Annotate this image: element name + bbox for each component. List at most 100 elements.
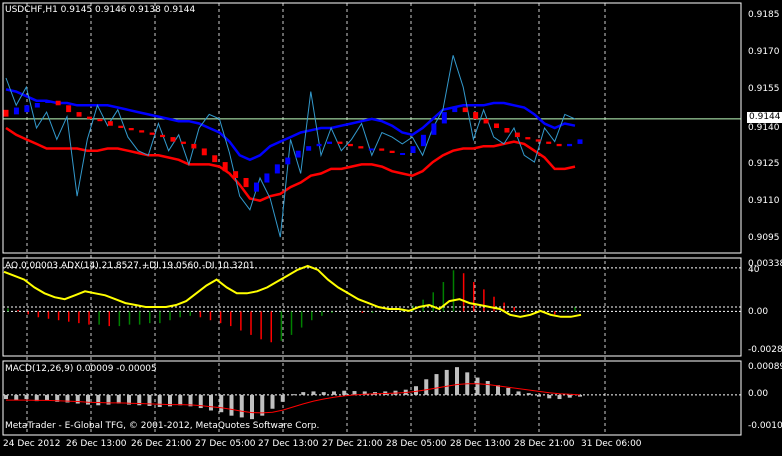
macd-axis-label: 0.00089: [748, 362, 782, 372]
candle: [13, 107, 19, 115]
candle: [76, 112, 82, 117]
macd-hist-bar: [496, 385, 500, 395]
candle: [45, 100, 51, 103]
macd-hist-bar: [4, 394, 8, 400]
macd-hist-bar: [270, 394, 275, 409]
candle: [253, 182, 259, 192]
macd-hist-bar: [239, 394, 244, 418]
candle: [358, 146, 364, 149]
time-axis-label: 27 Dec 13:00: [258, 439, 319, 449]
candle: [34, 103, 40, 108]
time-axis-label: 28 Dec 05:00: [386, 439, 447, 449]
footer-copyright: MetaTrader - E-Global TFG, © 2001-2012, …: [5, 421, 320, 431]
candle: [494, 123, 500, 128]
macd-hist-bar: [526, 393, 531, 395]
time-axis-label: 26 Dec 13:00: [66, 439, 127, 449]
macd-hist-bar: [301, 392, 306, 395]
candle: [441, 112, 447, 124]
macd-hist-bar: [209, 394, 213, 411]
candle: [473, 112, 479, 119]
candle: [525, 137, 531, 140]
candle: [347, 143, 353, 147]
macd-hist-bar: [547, 394, 552, 399]
macd-hist-bar: [280, 394, 285, 402]
candle: [306, 146, 312, 151]
candle: [504, 128, 510, 133]
macd-hist-bar: [291, 394, 295, 396]
ao-adx-header: AO 0.00003 ADX(14) 21.8527 +DI 19.0560 -…: [5, 261, 255, 271]
macd-hist-bar: [567, 394, 572, 398]
macd-hist-bar: [178, 394, 183, 406]
candle: [431, 123, 437, 135]
candle: [3, 109, 9, 117]
macd-axis-label: -0.00106: [748, 421, 782, 431]
macd-hist-bar: [455, 367, 459, 395]
time-axis-label: 31 Dec 06:00: [581, 439, 642, 449]
candle: [420, 134, 426, 147]
candle: [379, 148, 385, 151]
candle: [295, 150, 301, 158]
candle: [191, 143, 197, 149]
macd-hist-bar: [250, 394, 254, 420]
candle: [139, 130, 145, 133]
candle: [389, 150, 395, 153]
macd-hist-bar: [229, 394, 234, 416]
candle: [233, 171, 239, 178]
chart-canvas[interactable]: [0, 0, 782, 452]
candle: [66, 105, 72, 113]
candle: [368, 148, 374, 151]
candle: [410, 146, 416, 153]
macd-hist-bar: [516, 391, 521, 395]
price-axis-label: 0.9170: [748, 47, 780, 57]
macd-hist-bar: [116, 394, 121, 404]
candle: [180, 141, 186, 144]
price-axis-label: 0.9185: [748, 10, 780, 20]
candle: [567, 143, 573, 147]
ao-axis-label: 40: [748, 265, 760, 275]
candle: [535, 139, 541, 142]
macd-hist-bar: [557, 394, 562, 400]
candle: [483, 118, 489, 124]
candle: [160, 134, 166, 138]
candle: [212, 155, 218, 163]
macd-hist-bar: [434, 374, 439, 395]
macd-hist-bar: [96, 394, 101, 406]
macd-hist-bar: [75, 394, 80, 404]
candle: [316, 143, 322, 147]
macd-hist-bar: [506, 387, 511, 395]
candle: [274, 164, 280, 174]
macd-hist-bar: [321, 392, 326, 395]
macd-hist-bar: [537, 394, 541, 397]
candle: [556, 143, 562, 147]
time-axis-label: 27 Dec 21:00: [322, 439, 383, 449]
macd-hist-bar: [86, 394, 90, 405]
macd-hist-bar: [444, 369, 449, 395]
price-axis-label: 0.9110: [748, 196, 780, 206]
candle: [577, 139, 583, 144]
macd-hist-bar: [475, 377, 480, 395]
price-axis-label: 0.9155: [748, 84, 780, 94]
time-axis-label: 28 Dec 13:00: [450, 439, 511, 449]
candle: [222, 162, 228, 172]
candle: [400, 153, 406, 155]
candle: [462, 107, 468, 113]
macd-hist-bar: [342, 390, 347, 395]
current-price-tag: 0.9144: [747, 112, 782, 123]
price-axis-label: 0.9095: [748, 233, 780, 243]
candle: [243, 178, 249, 188]
candle: [128, 128, 134, 131]
macd-hist-bar: [485, 381, 490, 395]
candle: [546, 141, 552, 144]
macd-hist-bar: [219, 394, 224, 413]
macd-hist-bar: [45, 394, 49, 401]
time-axis-label: 26 Dec 21:00: [131, 439, 192, 449]
symbol-header: USDCHF,H1 0.9145 0.9146 0.9138 0.9144: [5, 5, 196, 15]
time-axis-label: 24 Dec 2012: [3, 439, 61, 449]
macd-hist-bar: [414, 386, 418, 395]
chart-window[interactable]: USDCHF,H1 0.9145 0.9146 0.9138 0.9144 AO…: [0, 0, 782, 452]
macd-axis-label: 0.00: [748, 389, 769, 399]
candle: [514, 132, 520, 138]
candle: [170, 137, 176, 142]
macd-hist-bar: [157, 394, 162, 408]
ao-axis-label: 0.00: [748, 307, 769, 317]
